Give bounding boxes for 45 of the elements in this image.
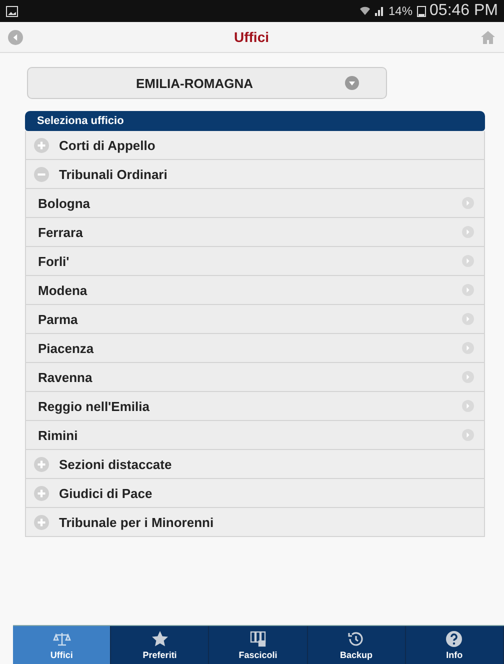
dropdown-icon xyxy=(345,76,359,90)
clock: 05:46 PM xyxy=(430,2,498,20)
group-row[interactable]: Corti di Appello xyxy=(25,131,485,160)
group-row[interactable]: Giudici di Pace xyxy=(25,479,485,508)
group-row[interactable]: Tribunali Ordinari xyxy=(25,160,485,189)
scales-icon xyxy=(52,630,71,648)
page-title: Uffici xyxy=(234,29,269,45)
group-row[interactable]: Sezioni distaccate xyxy=(25,450,485,479)
chevron-icon xyxy=(462,226,474,238)
region-select[interactable]: EMILIA-ROMAGNA xyxy=(27,67,387,99)
office-row[interactable]: Modena xyxy=(25,276,485,305)
history-icon xyxy=(347,630,366,648)
office-row[interactable]: Bologna xyxy=(25,189,485,218)
group-row[interactable]: Tribunale per i Minorenni xyxy=(25,508,485,537)
home-icon[interactable] xyxy=(480,30,496,44)
battery-percent: 14% xyxy=(388,4,413,18)
chevron-icon xyxy=(462,400,474,412)
signal-icon xyxy=(374,6,384,16)
folders-icon xyxy=(249,630,267,648)
tab[interactable]: Backup xyxy=(308,626,406,664)
list-heading: Seleziona ufficio xyxy=(25,111,485,131)
tab[interactable]: Uffici xyxy=(13,626,112,664)
chevron-icon xyxy=(462,313,474,325)
office-row[interactable]: Reggio nell'Emilia xyxy=(25,392,485,421)
wifi-icon xyxy=(360,6,370,16)
office-row[interactable]: Rimini xyxy=(25,421,485,450)
tab[interactable]: Fascicoli xyxy=(209,626,308,664)
chevron-icon xyxy=(462,342,474,354)
chevron-icon xyxy=(462,255,474,267)
office-row[interactable]: Piacenza xyxy=(25,334,485,363)
office-row[interactable]: Forli' xyxy=(25,247,485,276)
help-icon xyxy=(445,630,464,648)
tab[interactable]: Info xyxy=(406,626,504,664)
chevron-icon xyxy=(462,197,474,209)
office-row[interactable]: Ferrara xyxy=(25,218,485,247)
chevron-icon xyxy=(462,429,474,441)
office-row[interactable]: Parma xyxy=(25,305,485,334)
tab[interactable]: Preferiti xyxy=(111,626,210,664)
picture-notification-icon xyxy=(6,6,18,16)
chevron-icon xyxy=(462,284,474,296)
office-row[interactable]: Ravenna xyxy=(25,363,485,392)
chevron-icon xyxy=(462,371,474,383)
battery-icon xyxy=(416,6,426,16)
back-icon xyxy=(8,30,23,44)
star-icon xyxy=(150,630,169,648)
